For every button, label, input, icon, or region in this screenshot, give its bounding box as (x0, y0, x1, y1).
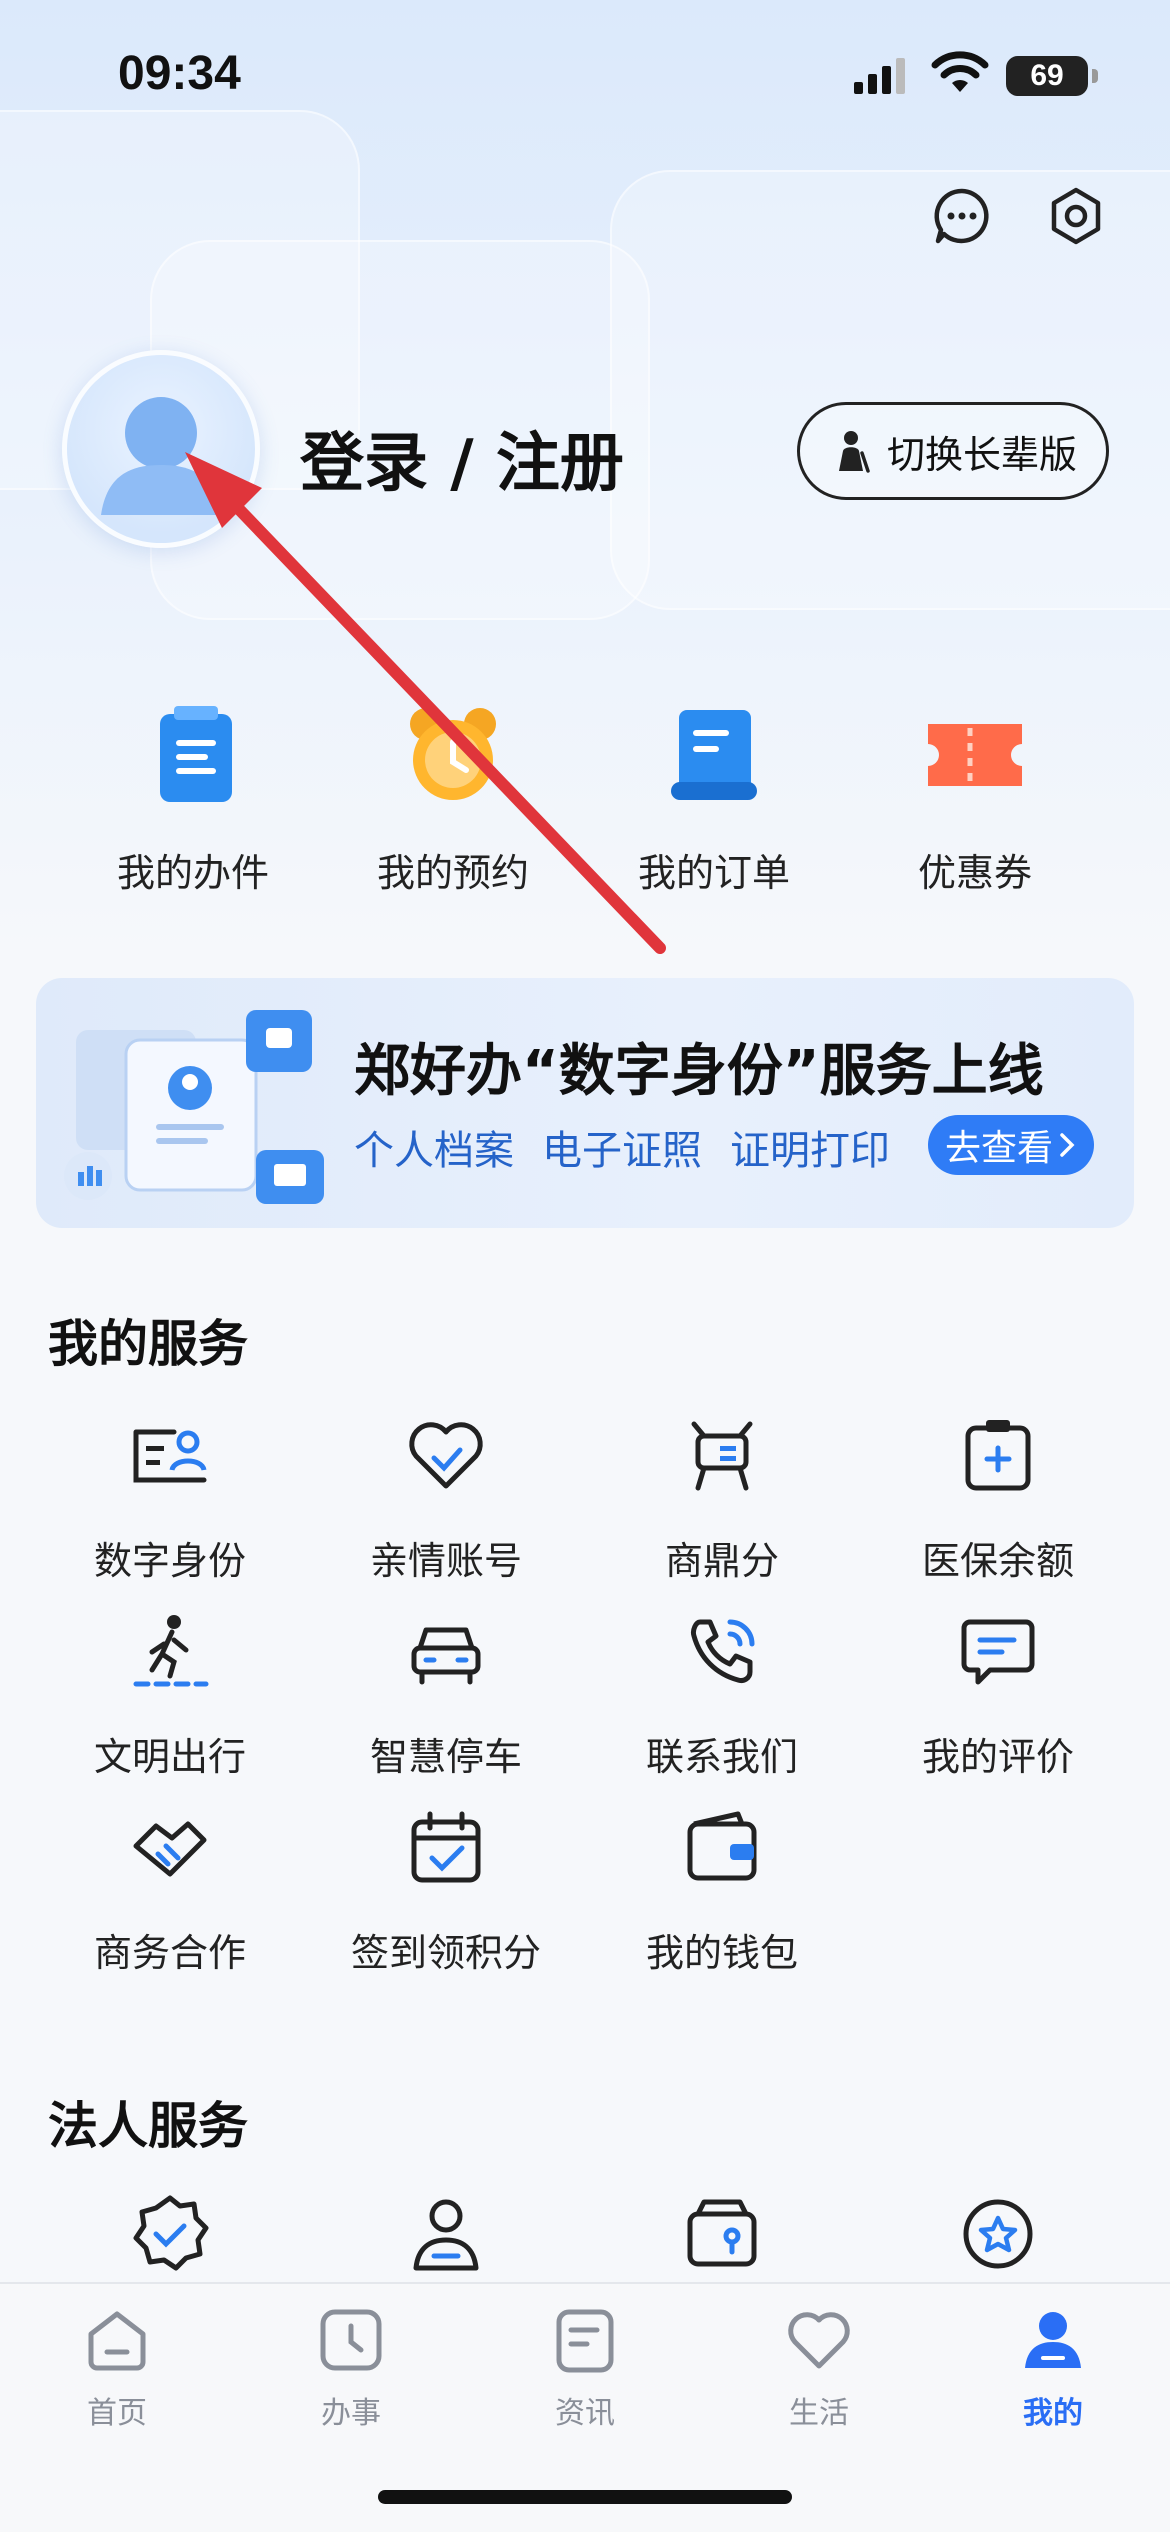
switch-elder-mode-button[interactable]: 切换长辈版 (797, 402, 1109, 500)
my-services-title: 我的服务 (48, 1315, 248, 1373)
calendar-check-icon (411, 1811, 481, 1883)
alarm-clock-icon (410, 708, 496, 800)
elder-mode-label: 切换长辈版 (886, 432, 1077, 477)
legal-person-icon[interactable] (404, 2192, 488, 2276)
wifi-icon (931, 51, 989, 92)
service-label: 签到领积分 (350, 1931, 541, 1975)
banner-illustration (64, 1010, 324, 1204)
default-avatar-icon (101, 397, 221, 515)
comment-icon (961, 1619, 1035, 1685)
quick-action-label: 我的订单 (637, 851, 790, 895)
login-register-link[interactable]: 登录 / 注册 (300, 412, 624, 504)
banner-link-personal-archive[interactable]: 个人档案 (354, 1118, 514, 1176)
service-label: 我的评价 (921, 1735, 1074, 1779)
battery-level: 69 (1030, 59, 1064, 92)
tab-label: 首页 (87, 2396, 147, 2431)
home-indicator (378, 2490, 792, 2504)
service-shangding-points[interactable]: 商鼎分 (584, 1414, 860, 1585)
service-label: 智慧停车 (369, 1735, 522, 1779)
phone-icon (691, 1619, 755, 1683)
enterprise-wallet-icon[interactable] (680, 2192, 764, 2276)
document-icon (160, 706, 232, 802)
tab-services[interactable]: 办事 (234, 2304, 468, 2432)
message-icon[interactable] (932, 186, 992, 246)
quick-my-cases[interactable]: 我的办件 (73, 700, 313, 897)
service-my-reviews[interactable]: 我的评价 (860, 1610, 1136, 1781)
service-label: 文明出行 (93, 1735, 246, 1779)
quick-action-label: 我的预约 (376, 851, 529, 895)
star-badge-icon[interactable] (956, 2192, 1040, 2276)
digital-identity-banner[interactable]: 郑好办“数字身份”服务上线 个人档案 电子证照 证明打印 去查看 (36, 978, 1134, 1228)
home-icon (88, 2311, 146, 2371)
quick-actions: 我的办件 我的预约 我的订单 优惠券 (0, 700, 1170, 900)
service-digital-id[interactable]: 数字身份 (32, 1414, 308, 1585)
banner-title: 郑好办“数字身份”服务上线 (354, 1039, 1044, 1104)
news-icon (556, 2309, 614, 2373)
battery-icon: 69 (1006, 56, 1098, 96)
service-checkin-points[interactable]: 签到领积分 (308, 1806, 584, 1977)
service-business-cooperation[interactable]: 商务合作 (32, 1806, 308, 1977)
service-label: 数字身份 (93, 1539, 246, 1583)
service-my-wallet[interactable]: 我的钱包 (584, 1806, 860, 1977)
avatar[interactable] (62, 350, 260, 548)
tab-mine[interactable]: 我的 (936, 2304, 1170, 2432)
wallet-icon (687, 1811, 757, 1881)
service-label: 商鼎分 (664, 1539, 779, 1583)
coupon-ticket-icon (928, 724, 1022, 786)
service-contact-us[interactable]: 联系我们 (584, 1610, 860, 1781)
banner-view-button[interactable]: 去查看 (928, 1115, 1094, 1175)
tab-label: 我的 (1023, 2396, 1083, 2431)
family-heart-icon (409, 1422, 483, 1489)
service-label: 联系我们 (645, 1735, 798, 1779)
heart-icon (788, 2312, 850, 2369)
status-time: 09:34 (118, 47, 241, 100)
legal-services-title: 法人服务 (48, 2097, 248, 2155)
service-medical-balance[interactable]: 医保余额 (860, 1414, 1136, 1585)
quick-my-orders[interactable]: 我的订单 (594, 700, 834, 897)
quick-my-appointments[interactable]: 我的预约 (333, 700, 573, 897)
status-bar: 09:34 69 (0, 0, 1170, 150)
service-civilized-travel[interactable]: 文明出行 (32, 1610, 308, 1781)
service-label: 医保余额 (921, 1539, 1074, 1583)
service-label: 商务合作 (93, 1931, 246, 1975)
quick-action-label: 优惠券 (917, 851, 1032, 895)
banner-link-e-license[interactable]: 电子证照 (542, 1118, 702, 1176)
verified-badge-icon[interactable] (128, 2192, 212, 2276)
service-smart-parking[interactable]: 智慧停车 (308, 1610, 584, 1781)
elder-person-icon (838, 431, 870, 473)
quick-coupons[interactable]: 优惠券 (855, 700, 1095, 897)
car-icon (411, 1627, 481, 1685)
chevron-right-icon (1060, 1133, 1075, 1157)
medical-insurance-icon (965, 1420, 1031, 1491)
tab-label: 生活 (789, 2396, 849, 2431)
digital-id-icon (133, 1429, 207, 1483)
settings-icon[interactable] (1046, 186, 1106, 246)
service-label: 我的钱包 (645, 1931, 798, 1975)
order-scroll-icon (671, 710, 757, 800)
pedestrian-icon (133, 1615, 209, 1687)
clock-icon (320, 2309, 382, 2371)
service-label: 亲情账号 (369, 1539, 522, 1583)
user-icon (1025, 2312, 1081, 2368)
tripod-icon (691, 1421, 753, 1491)
banner-cta-label: 去查看 (944, 1128, 1053, 1169)
banner-link-certificate-print[interactable]: 证明打印 (730, 1118, 890, 1176)
tab-home[interactable]: 首页 (0, 2304, 234, 2432)
handshake-icon (133, 1821, 207, 1877)
tab-label: 资讯 (555, 2396, 615, 2431)
tab-life[interactable]: 生活 (702, 2304, 936, 2432)
signal-icon (854, 58, 905, 94)
quick-action-label: 我的办件 (116, 851, 269, 895)
service-family-account[interactable]: 亲情账号 (308, 1414, 584, 1585)
tab-label: 办事 (321, 2396, 381, 2431)
tab-news[interactable]: 资讯 (468, 2304, 702, 2432)
